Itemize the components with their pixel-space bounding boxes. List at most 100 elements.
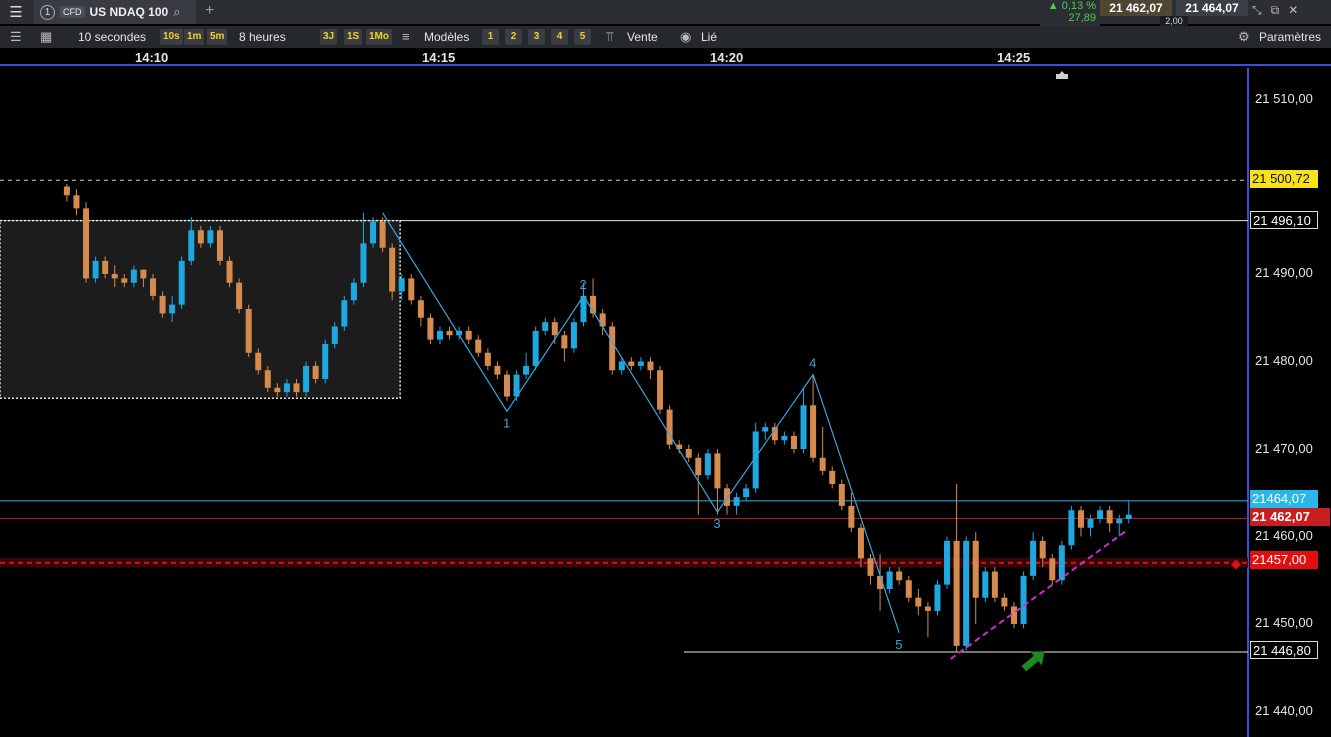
candle-body bbox=[542, 322, 549, 331]
candle-body bbox=[102, 260, 109, 274]
candle-body bbox=[92, 260, 99, 279]
candle-body bbox=[83, 208, 90, 279]
candle-body bbox=[503, 374, 510, 397]
candle-body bbox=[216, 230, 223, 261]
candle-body bbox=[609, 326, 616, 371]
candle-body bbox=[150, 278, 156, 296]
candle-body bbox=[523, 365, 530, 375]
candle-body bbox=[370, 221, 377, 244]
candle-body bbox=[532, 330, 539, 366]
candle-body bbox=[207, 230, 214, 244]
candle-body bbox=[896, 571, 903, 581]
candle-body bbox=[417, 300, 424, 318]
candle-body bbox=[944, 540, 951, 585]
candle-body bbox=[322, 344, 329, 379]
price-axis-label: 21 440,00 bbox=[1255, 703, 1313, 718]
candle-body bbox=[1116, 519, 1123, 524]
candle-body bbox=[963, 540, 970, 646]
order-level-tag: 21457,00 bbox=[1250, 551, 1318, 569]
candle-body bbox=[331, 326, 338, 344]
candle-body bbox=[800, 405, 807, 449]
candle-body bbox=[848, 505, 855, 528]
candle-body bbox=[111, 274, 118, 279]
candle-body bbox=[599, 313, 606, 327]
order-handle-icon: ◆ bbox=[1231, 557, 1241, 572]
candle-body bbox=[762, 427, 769, 432]
candle-body bbox=[628, 361, 635, 366]
wave-label-3: 3 bbox=[713, 516, 720, 531]
candle-body bbox=[197, 230, 204, 244]
candle-body bbox=[1049, 558, 1056, 581]
candle-body bbox=[829, 470, 836, 484]
candle-body bbox=[360, 243, 367, 283]
candle-body bbox=[159, 295, 166, 314]
candle-body bbox=[819, 457, 826, 471]
candle-body bbox=[350, 282, 357, 301]
bid-price-tag: 21 462,07 bbox=[1250, 508, 1330, 526]
candle-body bbox=[437, 330, 443, 340]
candle-body bbox=[991, 571, 998, 598]
candle-body bbox=[790, 435, 797, 449]
candle-body bbox=[427, 317, 434, 340]
candle-body bbox=[255, 352, 262, 371]
candle-body bbox=[494, 365, 501, 375]
candle-body bbox=[408, 278, 415, 301]
candle-body bbox=[1039, 540, 1046, 559]
candle-body bbox=[838, 484, 845, 506]
support-level-tag: 21 446,80 bbox=[1250, 641, 1318, 659]
candle-body bbox=[781, 435, 788, 441]
candle-body bbox=[1106, 510, 1113, 524]
price-chart[interactable]: ◆ 1 2 3 4 5 bbox=[0, 0, 1331, 737]
candle-body bbox=[226, 260, 233, 283]
candle-body bbox=[1001, 597, 1008, 607]
candle-body bbox=[666, 409, 673, 445]
candle-body bbox=[63, 186, 70, 196]
candle-body bbox=[905, 580, 912, 598]
candle-body bbox=[857, 527, 864, 559]
candle-body bbox=[685, 449, 692, 458]
candle-body bbox=[934, 584, 941, 611]
candle-body bbox=[121, 278, 128, 283]
candle-body bbox=[1030, 540, 1037, 576]
candle-body bbox=[389, 247, 396, 292]
candle-body bbox=[982, 571, 989, 598]
elliott-wave-line bbox=[382, 212, 900, 633]
candle-body bbox=[264, 370, 271, 388]
candle-body bbox=[188, 230, 195, 261]
candle-body bbox=[1068, 510, 1075, 546]
green-arrow-icon bbox=[1021, 651, 1045, 672]
wave-label-2: 2 bbox=[580, 277, 587, 292]
candle-body bbox=[178, 260, 185, 305]
candle-body bbox=[743, 488, 750, 498]
candle-body bbox=[1125, 514, 1132, 519]
candle-body bbox=[303, 365, 310, 393]
candle-body bbox=[293, 383, 300, 393]
candle-body bbox=[810, 405, 817, 458]
candle-body bbox=[73, 195, 80, 209]
candle-body bbox=[886, 571, 893, 589]
candle-body bbox=[704, 453, 711, 476]
wave-label-4: 4 bbox=[809, 356, 816, 371]
candle-body bbox=[695, 457, 702, 476]
candle-body bbox=[140, 269, 147, 279]
candle-body bbox=[618, 361, 625, 371]
candle-body bbox=[570, 322, 577, 349]
candle-body bbox=[398, 278, 405, 292]
candle-body bbox=[972, 540, 979, 598]
candle-body bbox=[953, 540, 960, 646]
price-axis-label: 21 470,00 bbox=[1255, 441, 1313, 456]
candle-body bbox=[1097, 510, 1104, 519]
price-axis-label: 21 480,00 bbox=[1255, 353, 1313, 368]
consolidation-box bbox=[0, 219, 401, 399]
candle-body bbox=[551, 322, 558, 336]
candle-body bbox=[283, 383, 290, 393]
price-axis-label: 21 460,00 bbox=[1255, 528, 1313, 543]
candle-body bbox=[236, 282, 243, 309]
price-axis-label: 21 510,00 bbox=[1255, 91, 1313, 106]
candle-body bbox=[647, 361, 654, 371]
wave-label-5: 5 bbox=[895, 637, 902, 652]
dashed-level-tag: 21 500,72 bbox=[1250, 170, 1318, 188]
candle-body bbox=[130, 269, 137, 283]
candle-body bbox=[475, 339, 482, 353]
candle-body bbox=[561, 335, 568, 349]
